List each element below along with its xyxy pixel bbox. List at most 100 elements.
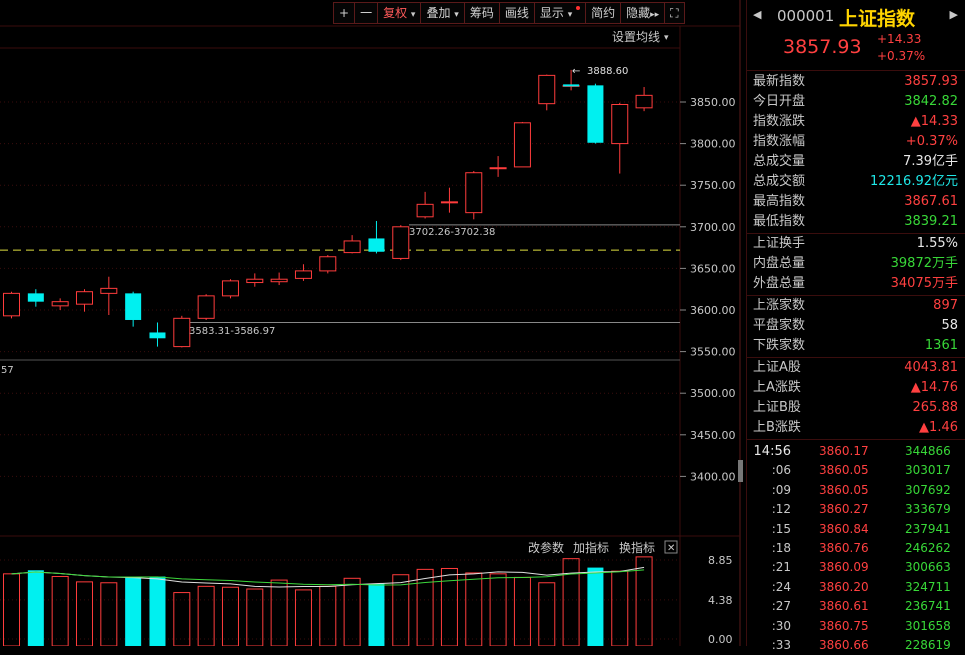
candle-body [392,226,410,259]
last-price: 3857.93 [783,36,862,58]
tick-price: 3860.05 [819,463,869,478]
volume-bar [270,579,288,646]
stat-row: 指数涨幅 +0.37% [747,132,965,152]
quote-panel: ◀ 000001 上证指数 ▶ 3857.93 +14.33 +0.37% 最新… [746,0,965,652]
huan-zhibiao-button[interactable]: 换指标 [619,540,655,555]
candle-body [440,201,458,204]
diejia-button[interactable]: 叠加 ▾ [420,2,465,24]
stat-row: 总成交量 7.39亿手 [747,152,965,172]
stat-value: 3839.21 [904,214,958,229]
tick-row: :27 3860.61 236741 [747,597,965,616]
candle-body [489,167,507,170]
tick-time: :18 [771,541,791,555]
stat-value: 39872万手 [890,256,958,271]
tick-time: :15 [771,521,791,536]
stat-value: 12216.92亿元 [869,174,958,189]
stat-label: 今日开盘 [753,94,806,109]
candle-body [27,293,44,302]
huaxian-button[interactable]: 画线 [498,2,535,24]
lower-tag: 57 [1,365,14,376]
gai-canshu-button[interactable]: 改参数 [528,540,564,555]
nav-next-icon[interactable]: ▶ [950,8,958,21]
close-indicator-icon[interactable]: ✕ [667,543,675,554]
stat-label: 上A涨跌 [753,380,801,395]
tick-row: :24 3860.20 324711 [747,578,965,597]
tick-row: :09 3860.05 307692 [747,481,965,500]
tick-volume: 324711 [905,579,951,594]
zoom-in-button[interactable]: + [333,2,356,24]
price-tick-label: 3500.00 [690,387,736,400]
candle-body [465,172,483,214]
candle-body [75,291,93,305]
tick-time: :30 [771,618,791,633]
jia-zhibiao-button[interactable]: 加指标 [573,540,609,555]
stat-row: 今日开盘 3842.82 [747,92,965,112]
stat-label: 指数涨跌 [753,114,806,129]
price-tick-label: 3650.00 [690,262,736,275]
zoom-out-button[interactable]: 一 [354,2,379,24]
stat-value: 7.39亿手 [903,154,958,169]
volume-bar [368,583,385,646]
stat-label: 下跌家数 [753,338,806,353]
price-change: +14.33 [877,32,922,46]
stat-row: 上A涨跌 ▲14.76 [747,378,965,398]
price-tick-label: 3450.00 [690,429,736,442]
xianshi-label: 显示 [539,6,564,20]
stat-value: 897 [933,298,958,313]
tick-time: :06 [771,463,791,478]
scroll-right-icon: ▸▸ [650,10,660,20]
stat-label: 上B涨跌 [753,420,801,435]
section-divider [747,439,965,440]
volume-bar [100,582,118,646]
tick-volume: 303017 [905,463,951,478]
set-ma-label[interactable]: 设置均线 [612,30,660,44]
volume-panel: 8.85 4.38 0.00 [0,554,733,646]
stat-label: 总成交额 [753,174,806,189]
candle-body [343,240,361,254]
price-tick-label: 3800.00 [690,138,736,151]
xianshi-button[interactable]: 显示 ▾ [533,2,587,24]
stat-row: 上证B股 265.88 [747,398,965,418]
tick-price: 3860.27 [819,502,869,517]
range-top-label: 3702.26-3702.38 [409,227,495,238]
volume-bar [562,558,580,646]
stat-value: 265.88 [912,400,959,415]
stat-label: 上涨家数 [753,298,806,313]
notification-dot-icon [576,6,581,10]
stat-label: 最高指数 [753,194,806,209]
candlestick-chart: 3850.00 3800.00 3750.00 3700.00 3650.00 3600.… [0,0,743,646]
chouma-button[interactable]: 筹码 [463,2,500,24]
stat-value: 3842.82 [904,94,958,109]
stat-value: 3857.93 [904,74,958,89]
volume-bar [319,585,337,646]
yincang-button[interactable]: 隐藏▸▸ [620,2,666,24]
volume-tick-label: 4.38 [708,594,733,607]
tick-volume: 344866 [905,444,951,458]
volume-bar [489,573,507,646]
set-ma-arrow[interactable]: ▾ [664,33,669,43]
stat-value: 4043.81 [904,360,958,375]
volume-bar [173,592,191,646]
stat-value: 3867.61 [904,194,958,209]
chart-toolbar: + 一 复权 ▾ 叠加 ▾ 筹码 画线 显示 ▾ 简约 隐藏▸▸ ⛶ [333,2,685,24]
nav-prev-icon[interactable]: ◀ [753,8,761,21]
fuquan-button[interactable]: 复权 ▾ [377,2,422,24]
price-tick-label: 3700.00 [690,221,736,234]
volume-bar [416,568,434,646]
jianyue-button[interactable]: 简约 [585,2,622,24]
stat-value: ▲1.46 [919,420,958,435]
price-change-pct: +0.37% [877,49,926,63]
price-tick-label: 3850.00 [690,96,736,109]
candle-body [3,292,20,317]
stat-value: ▲14.76 [910,380,958,395]
stat-label: 指数涨幅 [753,134,806,149]
fullscreen-button[interactable]: ⛶ [664,2,685,24]
tick-time: :09 [771,482,791,497]
stat-label: 上证A股 [753,360,801,375]
candle-body [416,203,434,218]
volume-bar [392,574,410,646]
price-axis-labels: 3850.00 3800.00 3750.00 3700.00 3650.00 3600.… [690,96,736,483]
volume-tick-label: 8.85 [708,554,733,567]
candle-body [319,256,337,272]
high-marker-arrow: ← [572,66,580,77]
